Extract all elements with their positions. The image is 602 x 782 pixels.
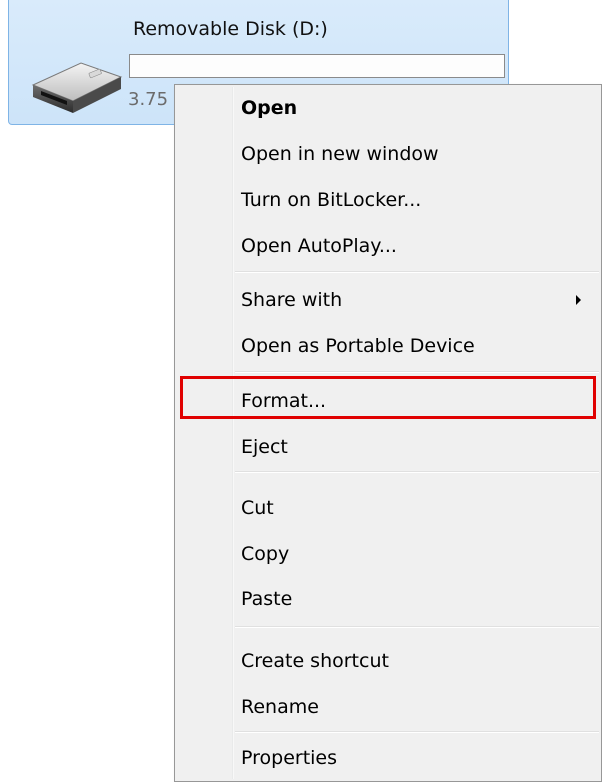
menu-item-label: Create shortcut — [241, 650, 389, 672]
menu-item-eject[interactable]: Eject — [175, 424, 601, 470]
menu-item-label: Open AutoPlay... — [241, 235, 397, 257]
menu-item-open-autoplay[interactable]: Open AutoPlay... — [175, 223, 601, 269]
menu-separator — [175, 731, 601, 733]
context-menu: Open Open in new window Turn on BitLocker.… — [174, 84, 602, 782]
menu-item-properties[interactable]: Properties — [175, 735, 601, 781]
menu-separator — [175, 271, 601, 273]
menu-separator — [175, 371, 601, 373]
menu-item-label: Open as Portable Device — [241, 335, 475, 357]
menu-item-label: Paste — [241, 588, 293, 610]
drive-title: Removable Disk (D:) — [133, 18, 328, 40]
menu-item-label: Cut — [241, 497, 274, 519]
menu-item-label: Share with — [241, 289, 343, 311]
menu-separator — [175, 471, 601, 473]
menu-item-copy[interactable]: Copy — [175, 531, 601, 577]
menu-item-label: Properties — [241, 747, 338, 769]
submenu-arrow-icon — [576, 295, 581, 305]
menu-item-open-in-new-window[interactable]: Open in new window — [175, 131, 601, 177]
menu-separator — [175, 626, 601, 628]
menu-item-paste[interactable]: Paste — [175, 576, 601, 622]
menu-item-rename[interactable]: Rename — [175, 684, 601, 730]
menu-item-create-shortcut[interactable]: Create shortcut — [175, 638, 601, 684]
menu-item-open[interactable]: Open — [175, 85, 601, 131]
menu-item-label: Copy — [241, 543, 290, 565]
usb-drive-icon — [31, 62, 123, 113]
drive-usage-bar — [129, 54, 505, 78]
menu-item-turn-on-bitlocker[interactable]: Turn on BitLocker... — [175, 177, 601, 223]
menu-item-cut[interactable]: Cut — [175, 485, 601, 531]
menu-item-label: Rename — [241, 696, 319, 718]
menu-item-format[interactable]: Format... — [175, 376, 601, 424]
menu-item-label: Open in new window — [241, 143, 439, 165]
menu-item-label: Format... — [241, 390, 327, 412]
menu-item-share-with[interactable]: Share with — [175, 277, 601, 323]
menu-item-open-as-portable-device[interactable]: Open as Portable Device — [175, 323, 601, 369]
menu-item-label: Turn on BitLocker... — [241, 189, 422, 211]
menu-item-label: Eject — [241, 436, 288, 458]
menu-item-label: Open — [241, 97, 298, 119]
